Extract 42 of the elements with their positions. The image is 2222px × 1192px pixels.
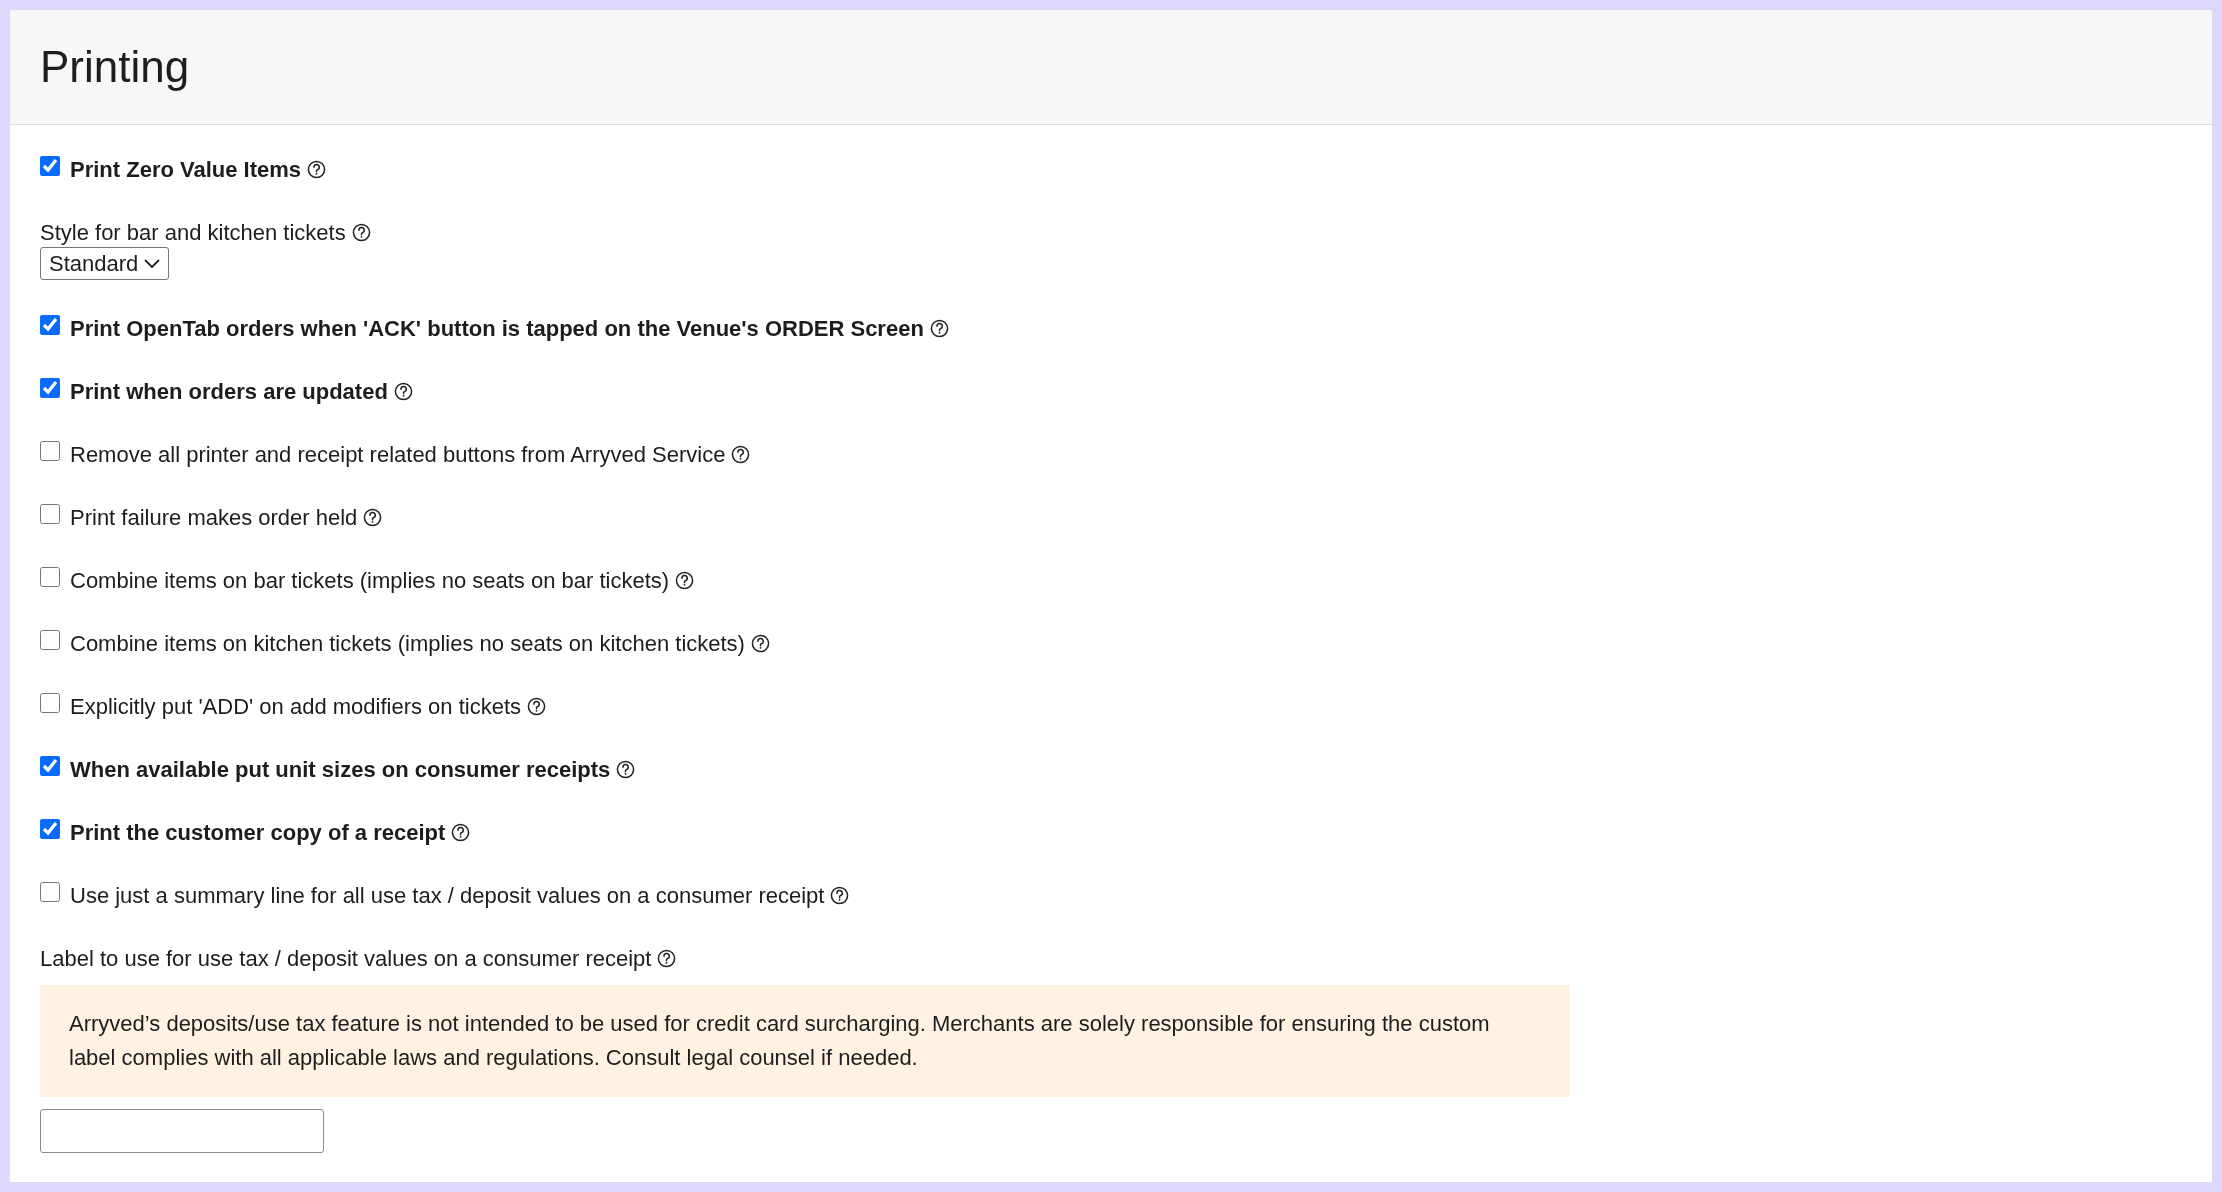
checkbox[interactable] [40, 882, 60, 902]
chevron-down-icon [144, 258, 161, 269]
help-icon[interactable] [929, 318, 949, 338]
warning-notice: Arryved’s deposits/use tax feature is not intended to be used for credit card surcharging. Merchants are solely responsible for ensuring the custom label complies with all applicable laws and regulations. Consult legal counsel if needed. [40, 985, 1570, 1097]
help-icon[interactable] [830, 885, 850, 905]
setting-label: Combine items on bar tickets (implies no seats on bar tickets) [70, 566, 670, 595]
help-icon[interactable] [363, 507, 383, 527]
setting-label: Combine items on kitchen tickets (implies no seats on kitchen tickets) [70, 629, 745, 658]
setting-label: Print failure makes order held [70, 503, 358, 532]
setting-label: Print OpenTab orders when 'ACK' button is tapped on the Venue's ORDER Screen [70, 314, 924, 343]
checkbox[interactable] [40, 630, 60, 650]
help-icon[interactable] [527, 696, 547, 716]
help-icon[interactable] [675, 570, 695, 590]
setting-label: Print the customer copy of a receipt [70, 818, 446, 847]
checkbox[interactable] [40, 156, 60, 176]
label-input-field[interactable] [40, 1109, 324, 1153]
setting-label: Explicitly put 'ADD' on add modifiers on tickets [70, 692, 522, 721]
checkbox[interactable] [40, 315, 60, 335]
help-icon[interactable] [731, 444, 751, 464]
setting-label: Style for bar and kitchen tickets [40, 218, 346, 247]
help-icon[interactable] [657, 948, 677, 968]
setting-label: Print when orders are updated [70, 377, 388, 406]
checkbox[interactable] [40, 567, 60, 587]
setting-label: Remove all printer and receipt related buttons from Arryved Service [70, 440, 726, 469]
help-icon[interactable] [616, 759, 636, 779]
checkbox[interactable] [40, 819, 60, 839]
help-icon[interactable] [451, 822, 471, 842]
page-title: Printing [40, 45, 190, 89]
checkbox[interactable] [40, 504, 60, 524]
help-icon[interactable] [307, 159, 327, 179]
help-icon[interactable] [393, 381, 413, 401]
checkbox[interactable] [40, 693, 60, 713]
help-icon[interactable] [750, 633, 770, 653]
checkbox[interactable] [40, 441, 60, 461]
setting-label: Print Zero Value Items [70, 155, 302, 184]
help-icon[interactable] [351, 222, 371, 242]
checkbox[interactable] [40, 378, 60, 398]
setting-label: Use just a summary line for all use tax / deposit values on a consumer receipt [70, 881, 825, 910]
setting-label: When available put unit sizes on consumer receipts [70, 755, 611, 784]
checkbox[interactable] [40, 756, 60, 776]
setting-label: Label to use for use tax / deposit values on a consumer receipt [40, 944, 652, 973]
style-select[interactable]: Standard [40, 247, 170, 280]
